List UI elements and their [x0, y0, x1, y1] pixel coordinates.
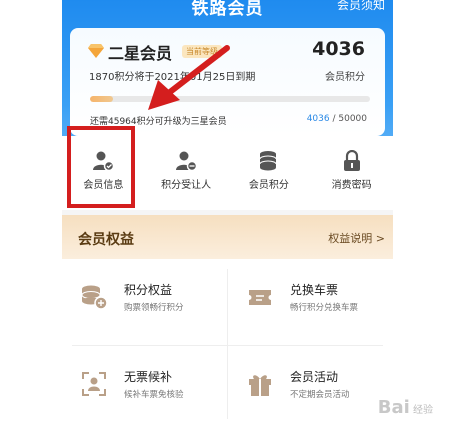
- member-notice-link[interactable]: 会员须知: [337, 0, 385, 13]
- right-item-title: 兑换车票: [290, 283, 339, 297]
- action-transferee[interactable]: 积分受让人: [145, 136, 228, 210]
- progress-current: 4036: [306, 114, 330, 124]
- points-expire-text: 1870积分将于2021年01月25日到期: [89, 72, 256, 83]
- member-level: 二星会员: [108, 44, 173, 63]
- lock-icon: [343, 150, 360, 171]
- coins-icon: [81, 285, 108, 310]
- gift-icon: [249, 375, 271, 396]
- transferee-icon: [176, 151, 198, 172]
- level-progress-fill: [90, 96, 113, 102]
- action-label: 积分受让人: [161, 180, 212, 191]
- right-item-title: 会员活动: [290, 370, 339, 384]
- right-item-title: 积分权益: [124, 283, 173, 297]
- points-stack-icon: [259, 151, 277, 171]
- current-level-badge: 当前等级: [182, 45, 222, 58]
- right-item-points[interactable]: 积分权益 购票领畅行积分: [62, 259, 227, 345]
- watermark-brand: Bai: [377, 397, 410, 418]
- rights-header: 会员权益 权益说明 >: [62, 215, 393, 259]
- points-value: 4036: [312, 38, 365, 60]
- action-label: 消费密码: [331, 180, 372, 191]
- right-item-waitlist[interactable]: 无票候补 候补车票免核验: [62, 346, 227, 432]
- member-card: 二星会员 当前等级 4036 1870积分将于2021年01月25日到期 会员积…: [70, 28, 385, 136]
- watermark-suffix: 经验: [413, 405, 433, 416]
- right-item-subtitle: 购票领畅行积分: [124, 303, 184, 313]
- right-item-subtitle: 候补车票免核验: [124, 390, 184, 400]
- app-screen: 铁路会员 会员须知 二星会员 当前等级 4036 1870积分将于2021年01…: [62, 0, 393, 432]
- rights-explanation-link[interactable]: 权益说明 >: [328, 230, 385, 246]
- right-item-exchange-ticket[interactable]: 兑换车票 畅行积分兑换车票: [228, 259, 393, 345]
- watermark: Bai 经验: [378, 397, 433, 418]
- rights-title: 会员权益: [78, 232, 134, 248]
- right-item-subtitle: 畅行积分兑换车票: [290, 303, 359, 313]
- action-label: 会员积分: [248, 180, 289, 191]
- scan-person-icon: [82, 372, 106, 396]
- right-item-activities[interactable]: 会员活动 不定期会员活动: [228, 346, 393, 432]
- ticket-icon: [249, 290, 271, 305]
- level-progress-bar: [90, 96, 370, 102]
- action-member-points[interactable]: 会员积分: [228, 136, 311, 210]
- diamond-icon: [88, 44, 104, 58]
- progress-numbers: 4036 / 50000: [307, 114, 367, 124]
- progress-total: / 50000: [329, 114, 367, 124]
- rights-grid: 积分权益 购票领畅行积分 兑换车票 畅行积分兑换车票 无票候补 候补车票免核验: [62, 259, 393, 432]
- right-item-subtitle: 不定期会员活动: [290, 390, 350, 400]
- points-label: 会员积分: [325, 72, 365, 83]
- action-consume-password[interactable]: 消费密码: [310, 136, 393, 210]
- right-item-title: 无票候补: [124, 370, 173, 384]
- annotation-highlight-box: [67, 126, 135, 208]
